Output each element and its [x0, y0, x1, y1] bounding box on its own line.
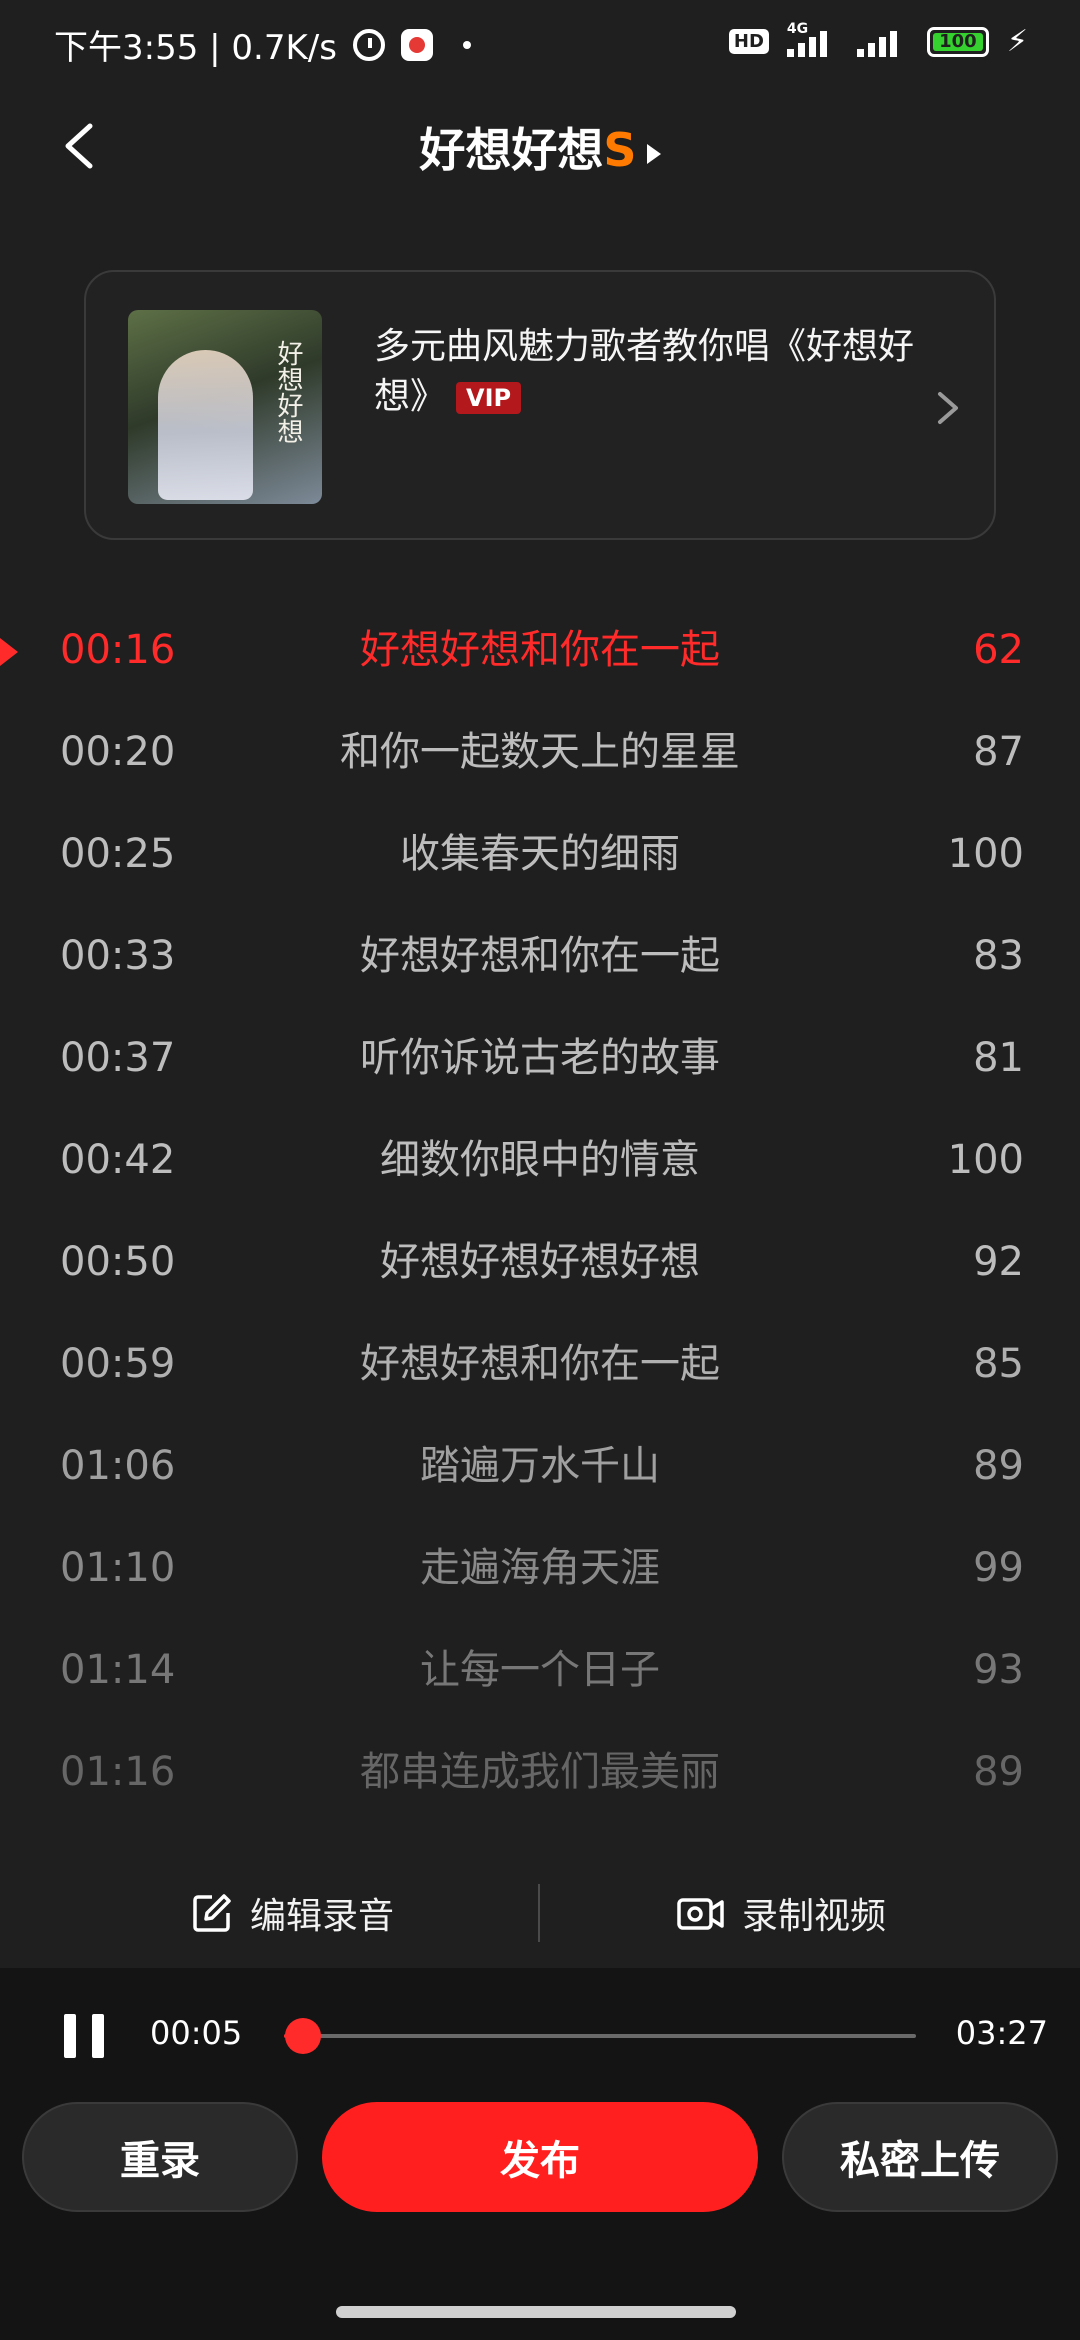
signal-4g-icon: 4G	[786, 21, 839, 57]
course-title: 多元曲风魅力歌者教你唱《好想好想》 VIP	[374, 322, 914, 422]
course-cover-image: 好想好想	[128, 310, 322, 504]
lyric-text: 好想好想和你在一起	[360, 627, 720, 673]
status-left: 下午3:55 | 0.7K/s	[54, 20, 471, 69]
pause-icon[interactable]	[64, 2014, 104, 2058]
lyric-text: 好想好想好想好想	[380, 1239, 700, 1285]
lyric-score: 99	[973, 1545, 1024, 1591]
lyric-score: 83	[973, 933, 1024, 979]
lyric-row[interactable]: 00:42 细数你眼中的情意 100	[0, 1110, 1080, 1210]
header: 好想好想S	[0, 90, 1080, 200]
lyric-score: 89	[973, 1749, 1024, 1795]
chevron-right-icon	[938, 392, 958, 424]
lyric-score: 89	[973, 1443, 1024, 1489]
lyric-text: 好想好想和你在一起	[360, 933, 720, 979]
song-title[interactable]: 好想好想S	[0, 114, 1080, 180]
lyric-score: 93	[973, 1647, 1024, 1693]
lyric-row[interactable]: 00:59 好想好想和你在一起 85	[0, 1314, 1080, 1414]
lyric-row[interactable]: 00:50 好想好想好想好想 92	[0, 1212, 1080, 1312]
current-time: 00:05	[150, 2014, 243, 2052]
lyrics-list[interactable]: 00:16 好想好想和你在一起 62 00:20 和你一起数天上的星星 87 00:25 收集…	[0, 600, 1080, 1800]
lyric-row[interactable]: 00:20 和你一起数天上的星星 87	[0, 702, 1080, 802]
lyric-text: 收集春天的细雨	[400, 831, 680, 877]
lyric-row[interactable]: 00:16 好想好想和你在一起 62	[0, 600, 1080, 700]
home-indicator[interactable]	[336, 2306, 736, 2318]
record-video-label: 录制视频	[742, 1896, 887, 1937]
signal-icon	[856, 27, 909, 57]
publish-button[interactable]: 发布	[322, 2102, 758, 2212]
course-title-text: 多元曲风魅力歌者教你唱《好想好想》	[374, 326, 915, 417]
charging-icon: ⚡	[1006, 24, 1028, 59]
action-bar: 编辑录音 录制视频	[0, 1858, 1080, 1968]
lyric-text: 好想好想和你在一起	[360, 1341, 720, 1387]
title-s-badge: S	[603, 123, 637, 177]
progress-slider[interactable]	[284, 2018, 916, 2054]
rerecord-button[interactable]: 重录	[22, 2102, 298, 2212]
lyric-row[interactable]: 00:37 听你诉说古老的故事 81	[0, 1008, 1080, 1108]
lyric-row[interactable]: 00:33 好想好想和你在一起 83	[0, 906, 1080, 1006]
course-card[interactable]: 好想好想 多元曲风魅力歌者教你唱《好想好想》 VIP	[84, 270, 996, 540]
lyric-row[interactable]: 01:06 踏遍万水千山 89	[0, 1416, 1080, 1516]
action-divider	[538, 1884, 540, 1942]
network-label: 4G	[786, 20, 809, 37]
lyric-text: 踏遍万水千山	[420, 1443, 660, 1489]
more-notifications-dot-icon	[462, 40, 471, 49]
hd-icon: HD	[728, 29, 769, 54]
lyric-score: 85	[973, 1341, 1024, 1387]
player-panel: 00:05 03:27 重录 发布 私密上传	[0, 1968, 1080, 2340]
lyric-score: 81	[973, 1035, 1024, 1081]
edit-recording-label: 编辑录音	[250, 1896, 395, 1937]
edit-recording-button[interactable]: 编辑录音	[190, 1858, 394, 1968]
battery-icon: 100	[926, 26, 989, 57]
lyric-score: 62	[973, 627, 1024, 673]
alarm-icon	[352, 28, 385, 61]
lyric-row[interactable]: 01:14 让每一个日子 93	[0, 1620, 1080, 1720]
app-notification-icon	[400, 28, 433, 61]
lyric-text: 细数你眼中的情意	[380, 1137, 700, 1183]
private-upload-button[interactable]: 私密上传	[782, 2102, 1058, 2212]
lyric-text: 走遍海角天涯	[420, 1545, 660, 1591]
song-title-text: 好想好想	[419, 123, 604, 177]
battery-level: 100	[932, 32, 983, 51]
lyric-score: 100	[947, 1137, 1024, 1183]
lyric-text: 和你一起数天上的星星	[340, 729, 740, 775]
status-bar: 下午3:55 | 0.7K/s HD 4G 100 ⚡	[0, 0, 1080, 90]
lyric-text: 都串连成我们最美丽	[360, 1749, 720, 1795]
cover-figure	[158, 350, 253, 500]
lyric-score: 100	[947, 831, 1024, 877]
lyric-row[interactable]: 01:10 走遍海角天涯 99	[0, 1518, 1080, 1618]
total-time: 03:27	[955, 2014, 1048, 2052]
lyric-score: 87	[973, 729, 1024, 775]
record-video-button[interactable]: 录制视频	[676, 1858, 886, 1968]
status-right: HD 4G 100 ⚡	[728, 21, 1028, 59]
progress-thumb[interactable]	[284, 2018, 321, 2054]
edit-icon	[193, 1894, 231, 1932]
lyric-row[interactable]: 01:16 都串连成我们最美丽 89	[0, 1722, 1080, 1800]
lyric-text: 听你诉说古老的故事	[360, 1035, 720, 1081]
cover-title-text: 好想好想	[273, 340, 303, 444]
lyric-row[interactable]: 00:25 收集春天的细雨 100	[0, 804, 1080, 904]
video-camera-icon	[677, 1898, 724, 1930]
status-time-speed: 下午3:55 | 0.7K/s	[54, 28, 337, 68]
title-play-arrow-icon	[646, 143, 661, 164]
vip-badge: VIP	[456, 382, 522, 414]
lyric-text: 让每一个日子	[420, 1647, 660, 1693]
lyric-score: 92	[973, 1239, 1024, 1285]
